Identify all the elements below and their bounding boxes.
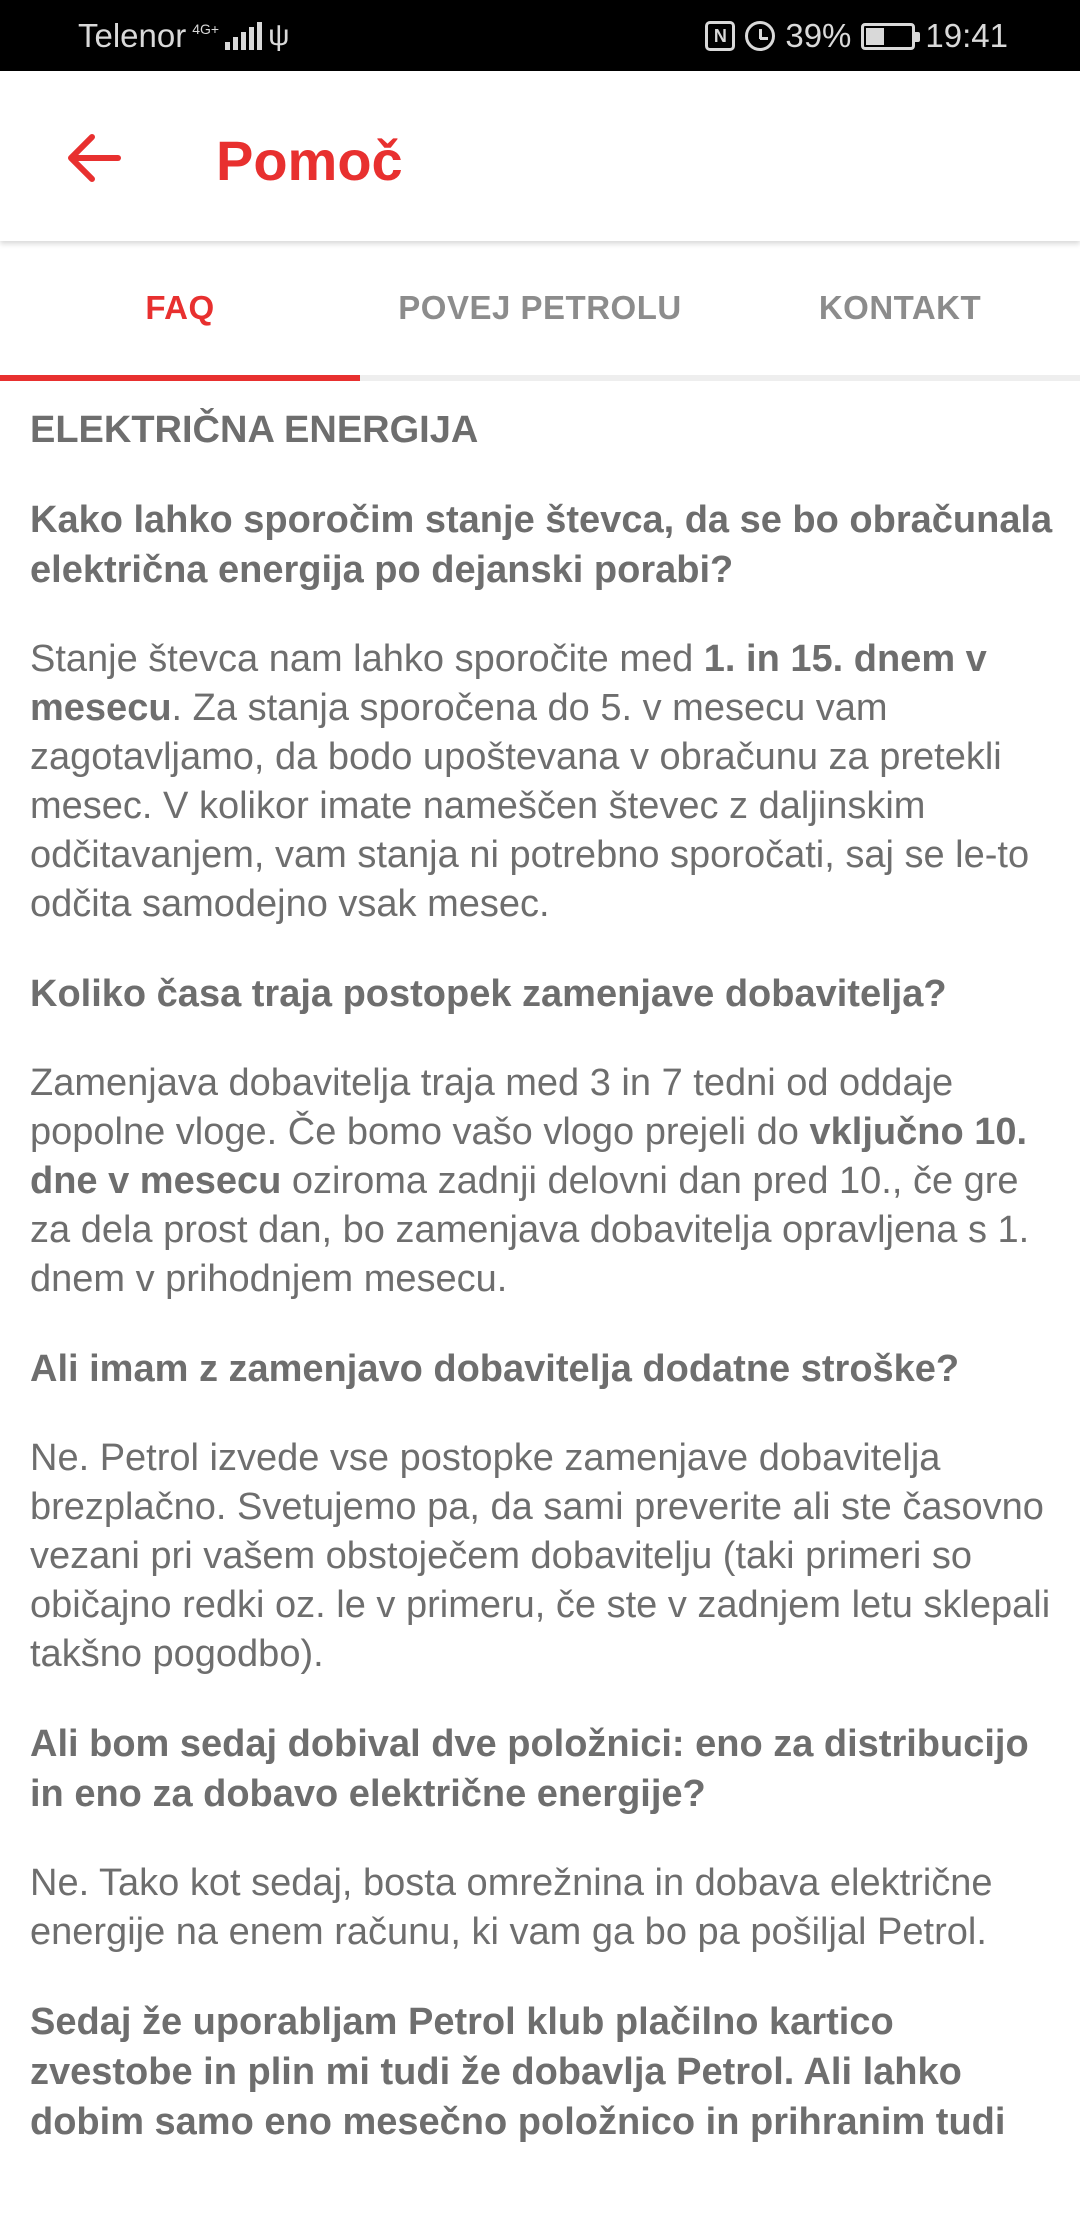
faq-question: Koliko časa traja postopek zamenjave dob…	[30, 973, 947, 1015]
tab-bar: FAQ POVEJ PETROLU KONTAKT	[0, 241, 1080, 381]
faq-question: Sedaj že uporabljam Petrol klub plačilno…	[30, 2001, 1006, 2143]
carrier-label: Telenor	[78, 17, 187, 54]
faq-answer: Ne. Tako kot sedaj, bosta omrežnina in d…	[30, 1862, 993, 1953]
alarm-icon	[745, 21, 776, 51]
tab-faq[interactable]: FAQ	[0, 241, 360, 381]
nfc-icon: N	[705, 21, 736, 51]
faq-answer: Ne. Petrol izvede vse postopke zamenjave…	[30, 1437, 1051, 1675]
status-bar-right: N 39% 19:41	[705, 17, 1008, 55]
status-bar: Telenor 4G+ ψ N 39% 19:41	[0, 0, 1080, 71]
tab-povej-petrolu[interactable]: POVEJ PETROLU	[360, 241, 720, 375]
usb-icon: ψ	[268, 19, 290, 52]
faq-question: Kako lahko sporočim stanje števca, da se…	[30, 499, 1053, 591]
answer-text: Stanje števca nam lahko sporočite med	[30, 638, 704, 680]
faq-answer: Zamenjava dobavitelja traja med 3 in 7 t…	[30, 1059, 1055, 1304]
faq-question: Ali bom sedaj dobival dve položnici: eno…	[30, 1723, 1029, 1815]
network-type-label: 4G+	[192, 21, 220, 37]
faq-answer: Stanje števca nam lahko sporočite med 1.…	[30, 635, 1055, 929]
battery-charging-icon	[861, 22, 921, 50]
faq-question: Ali imam z zamenjavo dobavitelja dodatne…	[30, 1348, 960, 1390]
app-bar: Pomoč	[0, 71, 1080, 241]
faq-content: ELEKTRIČNA ENERGIJA Kako lahko sporočim …	[30, 405, 1055, 2187]
clock: 19:41	[925, 17, 1008, 54]
page-title: Pomoč	[216, 129, 403, 192]
back-arrow-icon[interactable]	[66, 133, 122, 183]
answer-text: . Za stanja sporočena do 5. v mesecu vam…	[30, 687, 1030, 925]
section-title: ELEKTRIČNA ENERGIJA	[30, 409, 479, 451]
tab-kontakt[interactable]: KONTAKT	[720, 241, 1080, 375]
battery-percent: 39%	[785, 17, 852, 54]
signal-icon	[225, 22, 263, 50]
status-bar-left: Telenor 4G+ ψ	[78, 17, 289, 55]
